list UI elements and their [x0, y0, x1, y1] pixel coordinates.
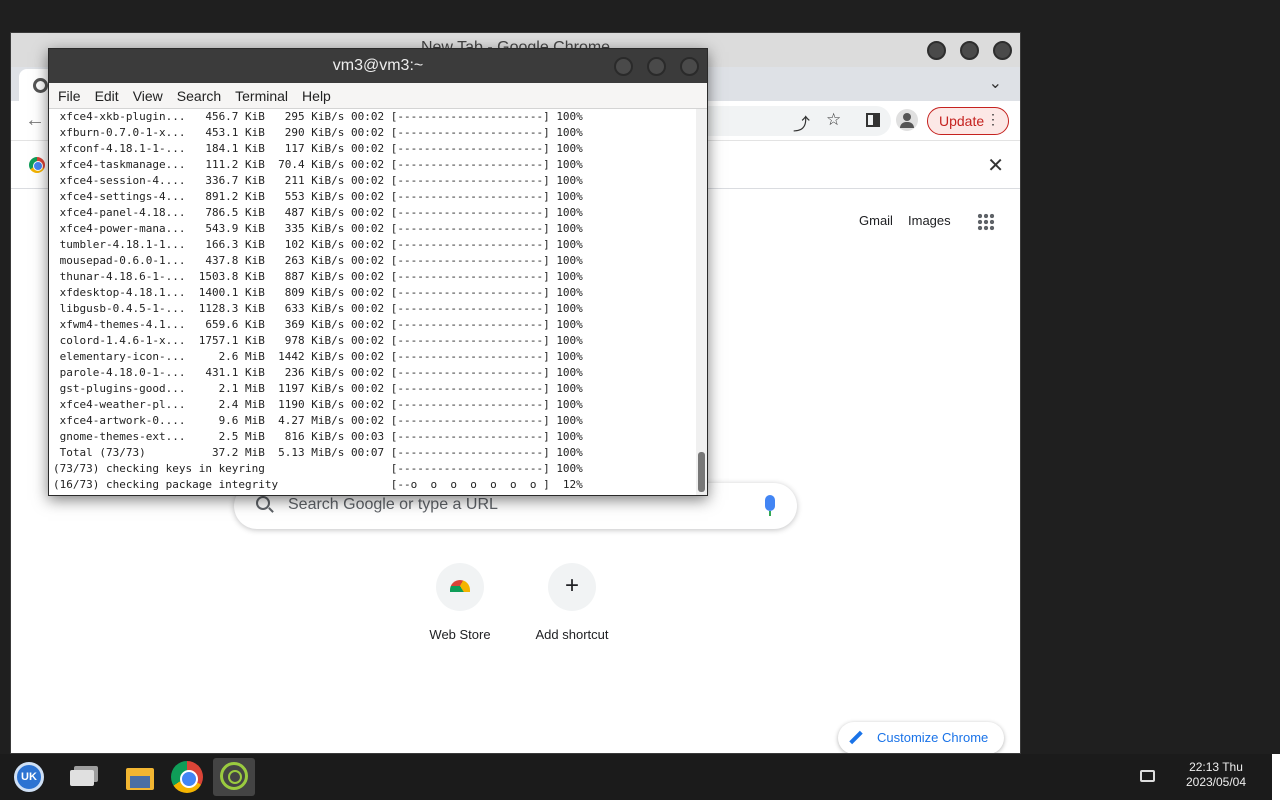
maximize-button[interactable]: [960, 41, 979, 60]
shortcut-add[interactable]: + Add shortcut: [522, 563, 622, 642]
images-link[interactable]: Images: [908, 213, 951, 228]
close-button[interactable]: [680, 57, 699, 76]
notification-icon[interactable]: [1140, 770, 1155, 782]
terminal-line: xfce4-artwork-0.... 9.6 MiB 4.27 MiB/s 0…: [53, 414, 583, 427]
terminal-line: colord-1.4.6-1-x... 1757.1 KiB 978 KiB/s…: [53, 334, 583, 347]
terminal-window-controls: [614, 57, 699, 76]
pencil-icon: [849, 730, 863, 745]
profile-avatar-icon[interactable]: [896, 109, 918, 131]
start-menu-button[interactable]: UK: [6, 758, 48, 796]
shortcut-label: Add shortcut: [535, 627, 609, 642]
update-button[interactable]: Update ⋮: [927, 107, 1009, 135]
update-label: Update: [939, 113, 985, 129]
back-arrow-icon[interactable]: ←: [25, 109, 45, 132]
clock-time: 22:13 Thu: [1189, 760, 1243, 774]
customize-chrome-label: Customize Chrome: [877, 730, 989, 745]
search-input[interactable]: Search Google or type a URL: [288, 496, 498, 514]
menu-file[interactable]: File: [58, 83, 95, 108]
menu-view[interactable]: View: [133, 83, 177, 108]
terminal-line: xfce4-session-4.... 336.7 KiB 211 KiB/s …: [53, 174, 583, 187]
terminal-line: (16/73) checking package integrity [--o …: [53, 478, 583, 491]
shortcut-tile: +: [548, 563, 596, 611]
gmail-link[interactable]: Gmail: [859, 213, 893, 228]
share-icon[interactable]: ⤴: [793, 110, 810, 135]
terminal-line: xfce4-weather-pl... 2.4 MiB 1190 KiB/s 0…: [53, 398, 583, 411]
terminal-line: xfce4-xkb-plugin... 456.7 KiB 295 KiB/s …: [53, 110, 583, 123]
microphone-icon[interactable]: [765, 495, 775, 516]
terminal-taskbar-button[interactable]: [213, 758, 255, 796]
terminal-menubar: File Edit View Search Terminal Help: [49, 83, 707, 109]
chrome-window-controls: [927, 41, 1012, 60]
terminal-line: gst-plugins-good... 2.1 MiB 1197 KiB/s 0…: [53, 382, 583, 395]
terminal-line: Total (73/73) 37.2 MiB 5.13 MiB/s 00:07 …: [53, 446, 583, 459]
menu-edit[interactable]: Edit: [95, 83, 133, 108]
menu-help[interactable]: Help: [302, 83, 345, 108]
terminal-line: xfce4-power-mana... 543.9 KiB 335 KiB/s …: [53, 222, 583, 235]
taskbar: UK 22:13 Thu 2023/05/04: [0, 754, 1280, 800]
terminal-line: xfburn-0.7.0-1-x... 453.1 KiB 290 KiB/s …: [53, 126, 583, 139]
terminal-line: elementary-icon-... 2.6 MiB 1442 KiB/s 0…: [53, 350, 583, 363]
terminal-icon: [220, 762, 248, 790]
terminal-line: thunar-4.18.6-1-... 1503.8 KiB 887 KiB/s…: [53, 270, 583, 283]
terminal-line: mousepad-0.6.0-1... 437.8 KiB 263 KiB/s …: [53, 254, 583, 267]
minimize-button[interactable]: [927, 41, 946, 60]
terminal-output[interactable]: xfce4-xkb-plugin... 456.7 KiB 295 KiB/s …: [53, 109, 693, 495]
side-panel-icon[interactable]: [866, 113, 880, 127]
chrome-logo-icon: [29, 157, 45, 173]
terminal-line: xfce4-panel-4.18... 786.5 KiB 487 KiB/s …: [53, 206, 583, 219]
shortcut-tile: [436, 563, 484, 611]
close-button[interactable]: [993, 41, 1012, 60]
tab-search-chevron-down-icon[interactable]: ⌄: [989, 73, 1002, 93]
file-manager-button[interactable]: [120, 758, 162, 796]
terminal-scrollbar[interactable]: [696, 109, 707, 495]
shortcut-web-store[interactable]: Web Store: [410, 563, 510, 642]
bookmark-star-icon[interactable]: ☆: [826, 110, 841, 130]
terminal-line: xfce4-taskmanage... 111.2 KiB 70.4 KiB/s…: [53, 158, 583, 171]
show-windows-button[interactable]: [62, 758, 104, 796]
terminal-line: xfconf-4.18.1-1-... 184.1 KiB 117 KiB/s …: [53, 142, 583, 155]
show-desktop-button[interactable]: [1272, 754, 1280, 800]
chrome-favicon-icon: [33, 78, 48, 93]
scrollbar-thumb[interactable]: [698, 452, 705, 492]
search-icon: [256, 496, 270, 510]
terminal-line: xfce4-settings-4... 891.2 KiB 553 KiB/s …: [53, 190, 583, 203]
terminal-line: xfdesktop-4.18.1... 1400.1 KiB 809 KiB/s…: [53, 286, 583, 299]
terminal-window: vm3@vm3:~ File Edit View Search Terminal…: [48, 48, 708, 496]
terminal-line: parole-4.18.0-1-... 431.1 KiB 236 KiB/s …: [53, 366, 583, 379]
minimize-button[interactable]: [614, 57, 633, 76]
windows-icon: [70, 770, 94, 786]
infobar-close-icon[interactable]: ✕: [987, 153, 1004, 178]
menu-terminal[interactable]: Terminal: [235, 83, 302, 108]
terminal-title: vm3@vm3:~: [332, 57, 424, 74]
customize-chrome-button[interactable]: Customize Chrome: [838, 722, 1004, 753]
files-icon: [126, 768, 154, 790]
clock[interactable]: 22:13 Thu 2023/05/04: [1180, 760, 1252, 790]
menu-search[interactable]: Search: [177, 83, 235, 108]
terminal-line: libgusb-0.4.5-1-... 1128.3 KiB 633 KiB/s…: [53, 302, 583, 315]
terminal-line: tumbler-4.18.1-1... 166.3 KiB 102 KiB/s …: [53, 238, 583, 251]
terminal-titlebar[interactable]: vm3@vm3:~: [49, 49, 707, 83]
chrome-taskbar-button[interactable]: [166, 758, 208, 796]
web-store-icon: [450, 580, 470, 592]
terminal-line: xfwm4-themes-4.1... 659.6 KiB 369 KiB/s …: [53, 318, 583, 331]
shortcut-label: Web Store: [429, 627, 491, 642]
terminal-line: gnome-themes-ext... 2.5 MiB 816 KiB/s 00…: [53, 430, 583, 443]
terminal-line: (73/73) checking keys in keyring [------…: [53, 462, 583, 475]
google-apps-icon[interactable]: [977, 213, 995, 231]
plus-icon: +: [564, 572, 579, 599]
more-menu-icon[interactable]: ⋮: [986, 111, 1000, 128]
uk-start-icon: UK: [14, 762, 44, 792]
chrome-icon: [171, 761, 203, 793]
maximize-button[interactable]: [647, 57, 666, 76]
clock-date: 2023/05/04: [1185, 775, 1247, 789]
